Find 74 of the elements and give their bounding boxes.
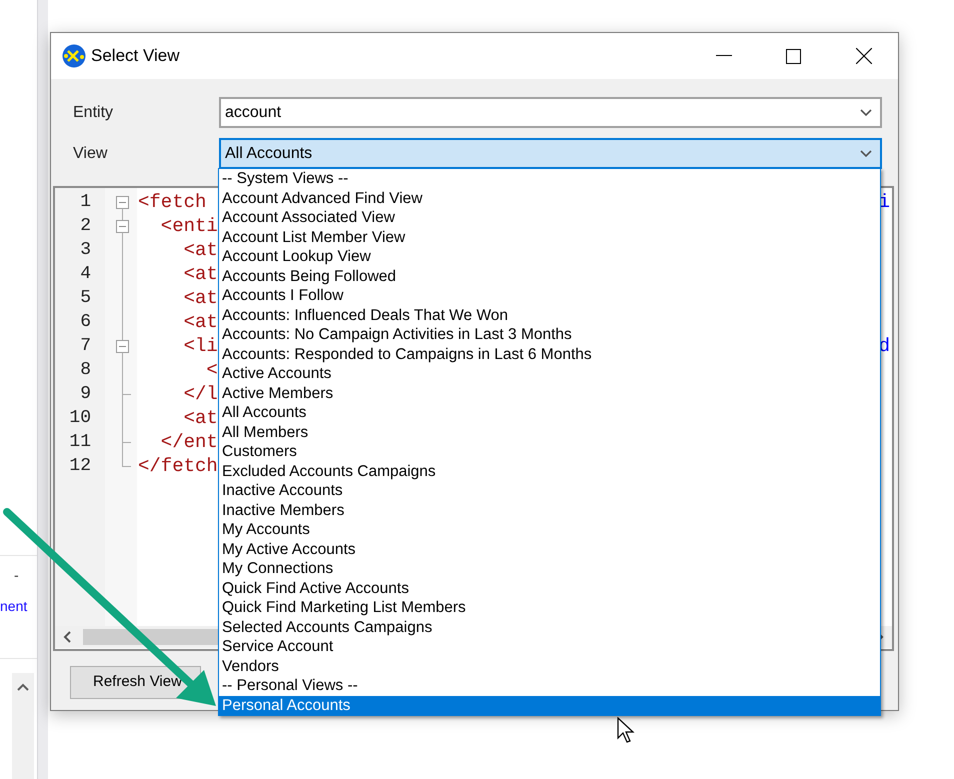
code-line: <at <box>182 286 218 311</box>
combo-box[interactable]: All Accounts <box>219 138 882 169</box>
fold-minus-icon[interactable] <box>116 214 129 238</box>
fold-minus-icon[interactable] <box>116 334 129 358</box>
dropdown-item[interactable]: Active Accounts <box>219 364 880 384</box>
dash-text: - <box>14 566 19 585</box>
maximize-icon[interactable] <box>786 48 801 64</box>
code-line: <at <box>182 238 218 263</box>
dropdown-item[interactable]: Account List Member View <box>219 228 880 247</box>
dropdown-item[interactable]: My Active Accounts <box>219 540 880 559</box>
line-number: 8 <box>80 358 91 382</box>
dropdown-item[interactable]: -- System Views -- <box>219 169 880 188</box>
code-line: <li <box>182 334 218 359</box>
dropdown-item[interactable]: Account Lookup View <box>219 247 880 266</box>
dropdown-item[interactable]: Customers <box>219 442 880 462</box>
code-line: <at <box>182 310 218 335</box>
app-logo-icon <box>62 44 86 68</box>
dropdown-item[interactable]: Personal Accounts <box>219 696 880 715</box>
line-number: 5 <box>80 286 91 310</box>
dropdown-item[interactable]: Accounts: Influenced Deals That We Won <box>219 306 880 325</box>
code-line: <fetch <box>138 190 206 215</box>
dropdown-item[interactable]: My Accounts <box>219 520 880 540</box>
line-number: 4 <box>80 262 91 286</box>
dropdown-item[interactable]: Quick Find Active Accounts <box>219 578 880 598</box>
combo-box[interactable]: account <box>219 97 882 128</box>
close-icon[interactable] <box>856 48 872 64</box>
link[interactable]: nent <box>0 596 28 617</box>
code-line: < <box>205 358 218 383</box>
chevron-down-icon <box>860 150 872 157</box>
dropdown-item[interactable]: Quick Find Marketing List Members <box>219 598 880 618</box>
scroll-left-icon[interactable] <box>63 631 71 643</box>
fold-guide-line <box>122 406 123 430</box>
minimize-icon[interactable] <box>716 55 732 57</box>
dropdown-item[interactable]: Selected Accounts Campaigns <box>219 618 880 637</box>
line-number: 11 <box>69 430 91 454</box>
line-number: 2 <box>80 214 91 238</box>
code-line: <at <box>182 406 218 431</box>
dropdown-item[interactable]: Account Advanced Find View <box>219 188 880 208</box>
dropdown-item[interactable]: Inactive Members <box>219 500 880 520</box>
dropdown-item[interactable]: Active Members <box>219 384 880 403</box>
code-line: </fetch <box>138 454 218 479</box>
dropdown-item[interactable]: Account Associated View <box>219 208 880 228</box>
dropdown-item[interactable]: Accounts: Responded to Campaigns in Last 6 Months <box>219 344 880 364</box>
window-title: Select View <box>91 45 180 68</box>
scroll-up-icon[interactable] <box>17 683 29 691</box>
line-number: 10 <box>69 406 91 430</box>
dropdown-item[interactable]: All Members <box>219 422 880 442</box>
dropdown-item[interactable]: All Accounts <box>219 403 880 422</box>
code-line: <enti <box>160 214 218 239</box>
chevron-down-icon <box>860 109 872 116</box>
dropdown-item[interactable]: Service Account <box>219 637 880 656</box>
line-number: 6 <box>80 310 91 334</box>
line-number: 7 <box>80 334 91 358</box>
dropdown-item[interactable]: Inactive Accounts <box>219 481 880 500</box>
field-label: View <box>73 144 108 164</box>
dropdown-item[interactable]: My Connections <box>219 559 880 578</box>
fold-guide-line <box>122 358 123 382</box>
line-number: 1 <box>80 190 91 214</box>
fold-minus-icon[interactable] <box>116 196 129 214</box>
code-fragment: i <box>878 190 890 215</box>
line-number: 12 <box>69 454 91 478</box>
fold-end-icon <box>122 382 131 406</box>
dropdown-item[interactable]: Vendors <box>219 656 880 676</box>
dropdown-item[interactable]: Accounts I Follow <box>219 286 880 306</box>
code-line: <at <box>182 262 218 287</box>
dropdown-item[interactable]: -- Personal Views -- <box>219 676 880 696</box>
line-number: 3 <box>80 238 91 262</box>
field-label: Entity <box>73 102 114 122</box>
dropdown-item[interactable]: Accounts Being Followed <box>219 266 880 286</box>
code-line: </l <box>182 382 218 407</box>
dropdown-item[interactable]: Accounts: No Campaign Activities in Last 3 Months <box>219 325 880 344</box>
line-number: 9 <box>80 382 91 406</box>
dropdown-item[interactable]: Excluded Accounts Campaigns <box>219 462 880 481</box>
code-line: </ent <box>160 430 218 455</box>
